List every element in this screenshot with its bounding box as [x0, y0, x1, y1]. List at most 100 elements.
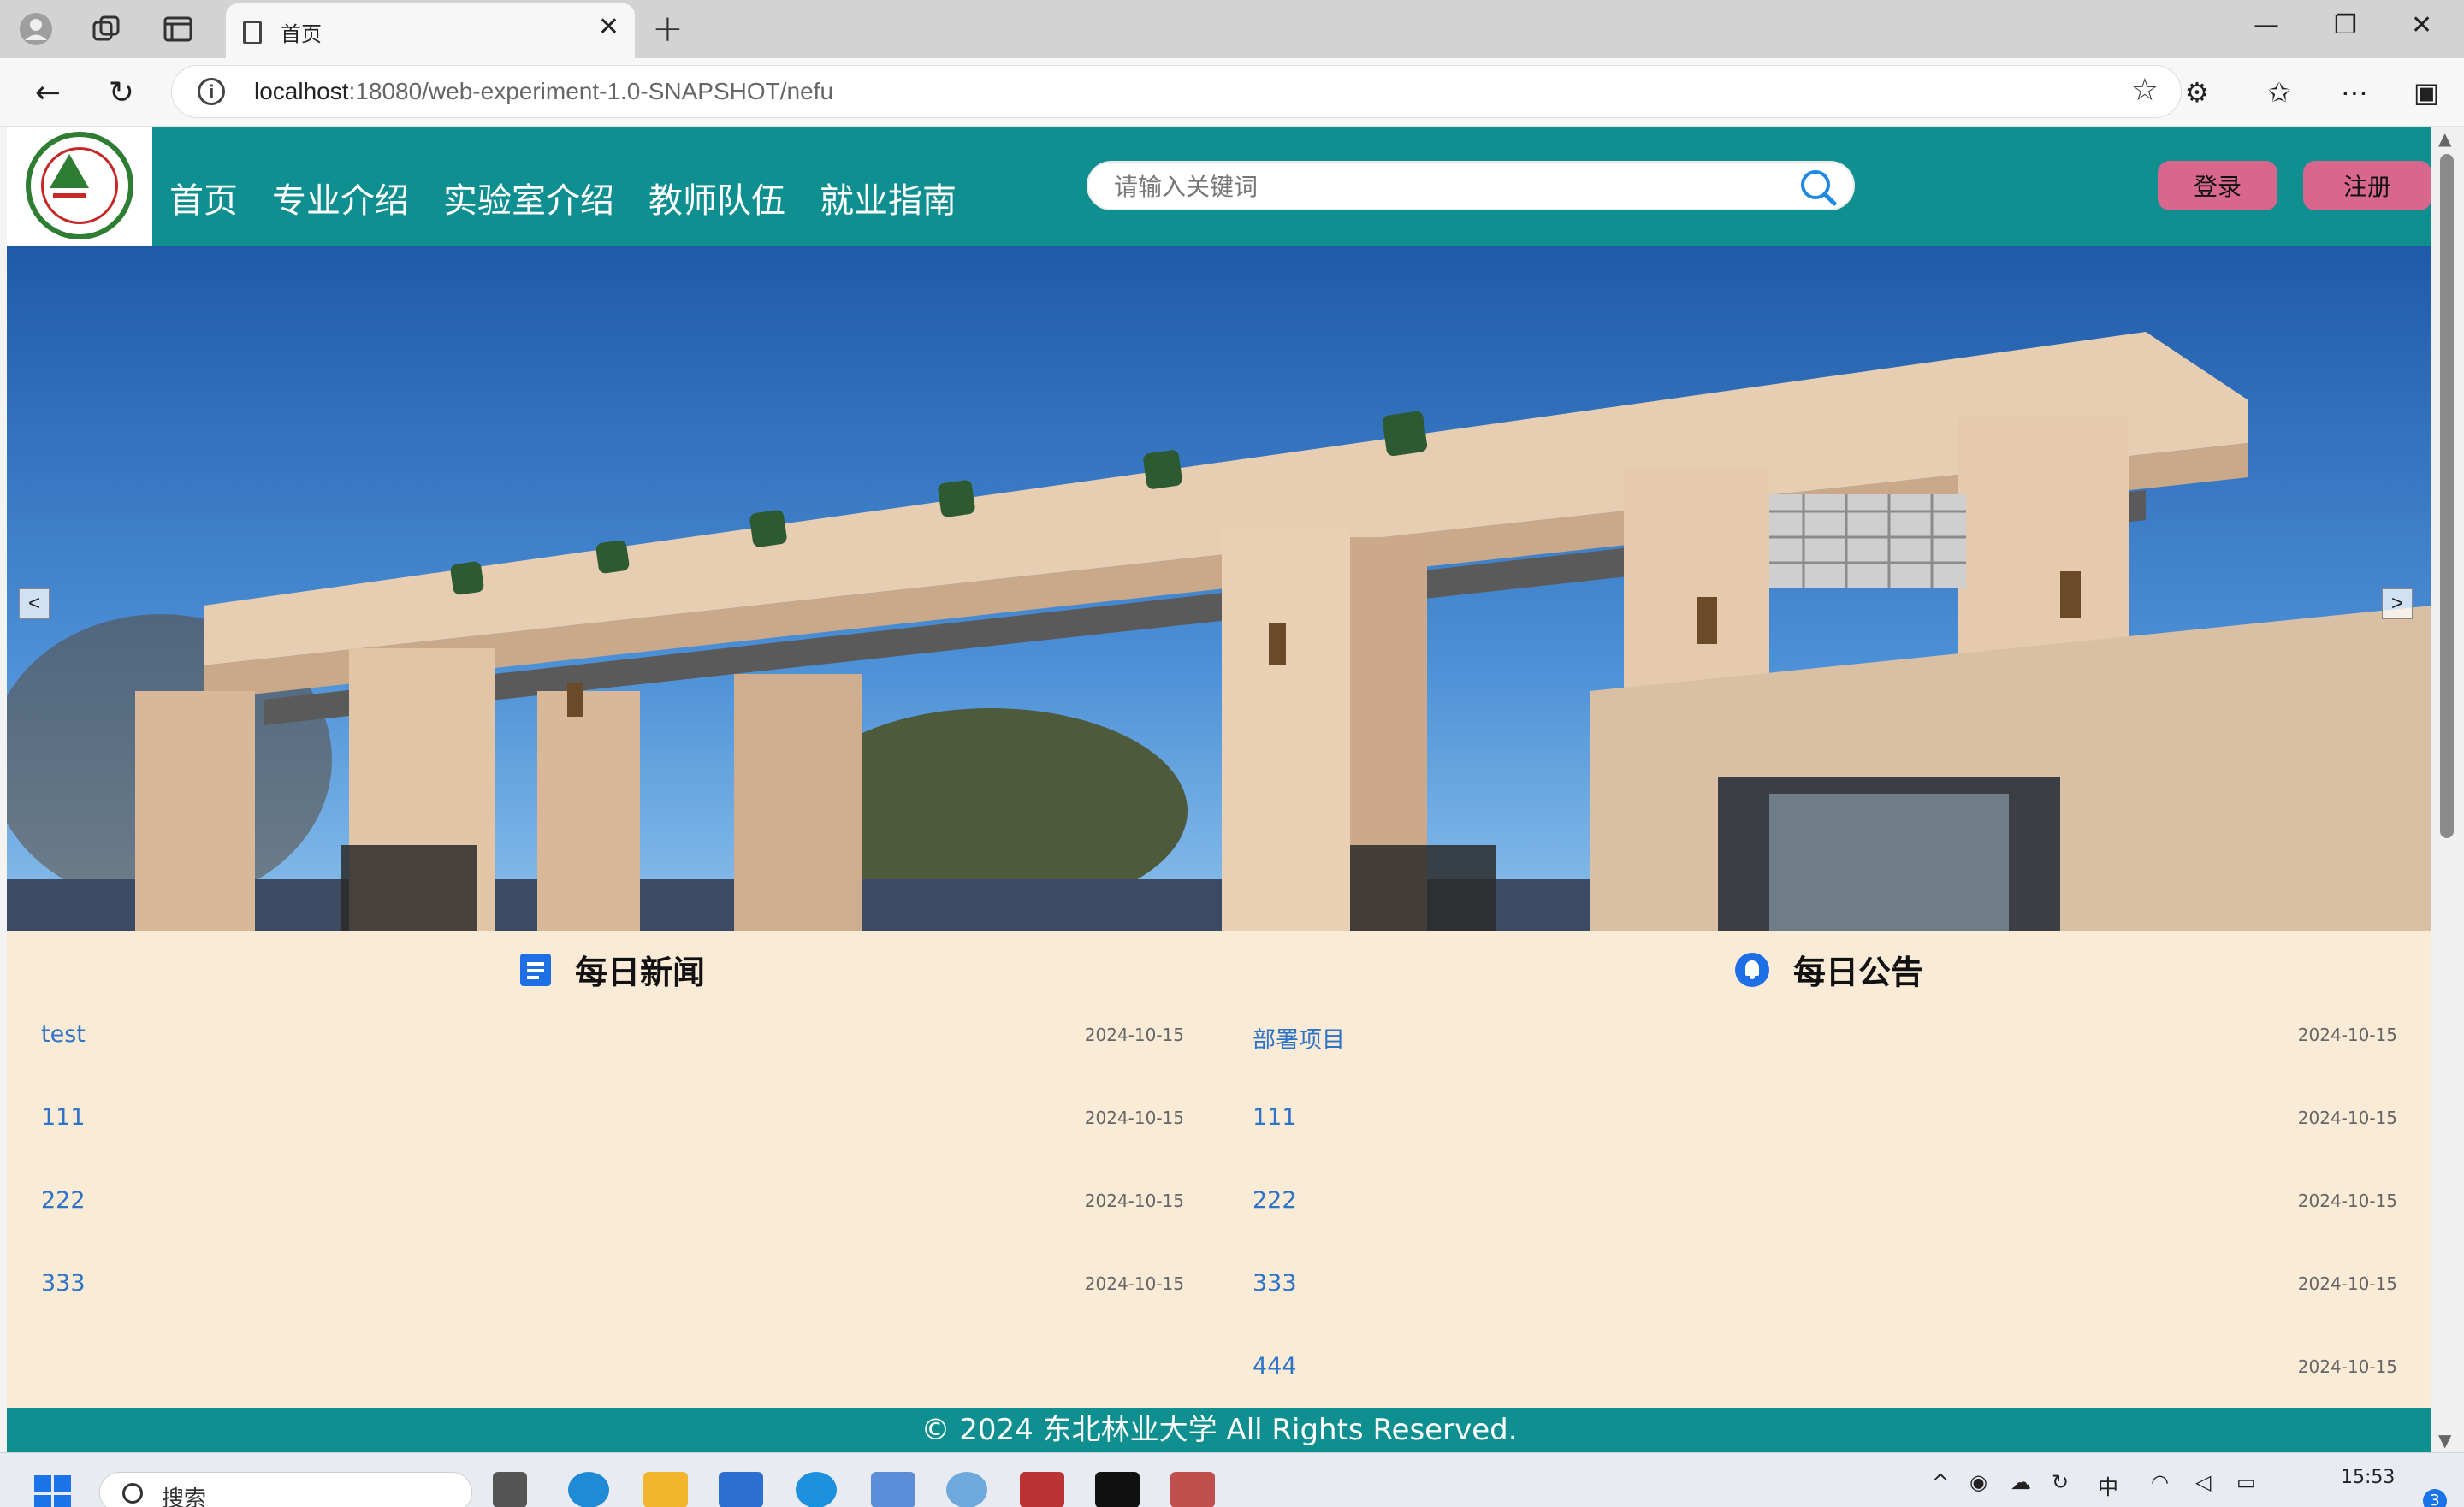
search-box — [1087, 161, 1855, 210]
menu-item-home[interactable]: 首页 — [169, 151, 238, 222]
file-explorer-icon[interactable] — [643, 1472, 688, 1507]
news-date: 2024-10-15 — [1084, 1025, 1184, 1045]
restore-icon[interactable]: ❐ — [2334, 10, 2357, 40]
university-logo — [26, 132, 133, 239]
wifi-icon[interactable]: ◠ — [2151, 1470, 2169, 1494]
url-text: localhost:18080/web-experiment-1.0-SNAPS… — [254, 78, 834, 104]
page-scrollbar[interactable]: ▲ ▼ — [2431, 127, 2464, 1452]
scroll-down-icon[interactable]: ▼ — [2438, 1430, 2451, 1451]
sidebar-icon[interactable]: ▣ — [2408, 74, 2445, 111]
notice-list: 部署项目 2024-10-15 111 2024-10-15 222 2024-… — [1253, 1021, 2397, 1436]
menu-item-major-intro[interactable]: 专业介绍 — [272, 151, 409, 222]
scroll-up-icon[interactable]: ▲ — [2438, 128, 2451, 149]
search-icon[interactable] — [1795, 164, 1839, 209]
menu-item-career-guide[interactable]: 就业指南 — [820, 151, 957, 222]
search-icon — [122, 1483, 143, 1504]
list-item: test 2024-10-15 — [41, 1021, 1184, 1104]
app-icon[interactable] — [1170, 1472, 1215, 1507]
extensions-icon[interactable]: ⚙ — [2178, 74, 2216, 111]
carousel-prev-button[interactable]: < — [19, 588, 50, 619]
tray-cloud-icon[interactable]: ☁ — [2011, 1470, 2031, 1494]
login-button[interactable]: 登录 — [2158, 161, 2277, 210]
vscode-icon[interactable] — [871, 1472, 915, 1507]
notice-date: 2024-10-15 — [2297, 1191, 2397, 1211]
edge-icon[interactable] — [568, 1472, 609, 1507]
notice-link[interactable]: 111 — [1253, 1104, 1297, 1131]
profile-icon[interactable] — [15, 9, 56, 50]
list-item: 111 2024-10-15 — [1253, 1104, 2397, 1187]
close-window-icon[interactable]: ✕ — [2411, 10, 2432, 40]
register-button[interactable]: 注册 — [2303, 161, 2431, 210]
news-link[interactable]: 111 — [41, 1104, 86, 1131]
close-tab-icon[interactable]: ✕ — [598, 12, 619, 42]
search-input[interactable] — [1114, 169, 1781, 204]
image-carousel: < > — [7, 246, 2431, 931]
reload-icon[interactable]: ↻ — [103, 74, 140, 111]
notice-link[interactable]: 444 — [1253, 1353, 1297, 1380]
collections-icon[interactable] — [86, 9, 127, 50]
news-link[interactable]: 222 — [41, 1187, 86, 1214]
daily-notice-panel: 每日公告 部署项目 2024-10-15 111 2024-10-15 222 … — [1218, 931, 2431, 1444]
logo-container[interactable] — [7, 127, 152, 246]
notice-link[interactable]: 333 — [1253, 1270, 1297, 1297]
settings-icon[interactable] — [946, 1472, 987, 1507]
site-header: 首页 专业介绍 实验室介绍 教师队伍 就业指南 登录 注册 — [7, 127, 2431, 246]
main-menu: 首页 专业介绍 实验室介绍 教师队伍 就业指南 — [169, 127, 957, 246]
news-link[interactable]: 333 — [41, 1270, 86, 1297]
news-date: 2024-10-15 — [1084, 1108, 1184, 1128]
notice-date: 2024-10-15 — [2297, 1025, 2397, 1045]
carousel-next-button[interactable]: > — [2382, 588, 2413, 619]
windows-start-icon[interactable] — [34, 1475, 72, 1507]
more-menu-icon[interactable]: ⋯ — [2336, 74, 2373, 111]
daily-news-header: 每日新闻 — [520, 946, 705, 993]
news-date: 2024-10-15 — [1084, 1274, 1184, 1294]
address-bar-row: ← ↻ i localhost:18080/web-experiment-1.0… — [0, 58, 2464, 127]
store-icon[interactable] — [719, 1472, 763, 1507]
menu-item-lab-intro[interactable]: 实验室介绍 — [443, 151, 614, 222]
notification-badge[interactable]: 3 — [2423, 1489, 2447, 1507]
favorite-star-icon[interactable]: ☆ — [2131, 73, 2159, 108]
site-footer: © 2024 东北林业大学 All Rights Reserved. — [7, 1408, 2431, 1452]
ie-icon[interactable] — [796, 1472, 837, 1507]
intellij-icon[interactable] — [1095, 1472, 1140, 1507]
news-date: 2024-10-15 — [1084, 1191, 1184, 1211]
document-icon — [520, 953, 551, 986]
x64-app-icon[interactable] — [1020, 1472, 1064, 1507]
news-link[interactable]: test — [41, 1021, 86, 1048]
list-item: 222 2024-10-15 — [1253, 1187, 2397, 1270]
notice-link[interactable]: 部署项目 — [1253, 1021, 1345, 1055]
list-item: 333 2024-10-15 — [41, 1270, 1184, 1353]
os-taskbar: 搜索 ^ ◉ ☁ ↻ 中 ◠ ◁ ▭ 15:53 3 — [0, 1452, 2464, 1507]
task-view-icon[interactable] — [493, 1472, 527, 1507]
notice-date: 2024-10-15 — [2297, 1356, 2397, 1377]
ime-indicator[interactable]: 中 — [2098, 1470, 2118, 1500]
tab-home[interactable]: 首页 ✕ — [226, 3, 635, 58]
page-icon — [243, 21, 262, 44]
tray-app-icon[interactable]: ◉ — [1969, 1470, 1987, 1494]
daily-news-title: 每日新闻 — [575, 954, 706, 991]
tab-actions-icon[interactable] — [157, 9, 198, 50]
notice-date: 2024-10-15 — [2297, 1274, 2397, 1294]
new-tab-button[interactable]: + — [652, 7, 684, 50]
scrollbar-thumb[interactable] — [2440, 154, 2454, 838]
list-item: 222 2024-10-15 — [41, 1187, 1184, 1270]
bell-icon — [1735, 952, 1769, 987]
volume-icon[interactable]: ◁ — [2195, 1470, 2211, 1494]
tray-overflow-icon[interactable]: ^ — [1932, 1470, 1949, 1494]
clock-time[interactable]: 15:53 — [2341, 1467, 2395, 1488]
url-field[interactable]: i localhost:18080/web-experiment-1.0-SNA… — [171, 65, 2182, 118]
daily-notice-title: 每日公告 — [1793, 954, 1924, 991]
site-info-icon[interactable]: i — [198, 78, 225, 105]
daily-notice-header: 每日公告 — [1735, 946, 1923, 993]
favorites-icon[interactable]: ✩ — [2260, 74, 2298, 111]
back-icon[interactable]: ← — [29, 74, 67, 111]
tab-title: 首页 — [281, 22, 322, 46]
minimize-icon[interactable]: — — [2254, 10, 2279, 40]
taskbar-search[interactable]: 搜索 — [99, 1472, 472, 1507]
tray-sync-icon[interactable]: ↻ — [2052, 1470, 2069, 1494]
news-list: test 2024-10-15 111 2024-10-15 222 2024-… — [41, 1021, 1184, 1353]
notice-link[interactable]: 222 — [1253, 1187, 1297, 1214]
notice-date: 2024-10-15 — [2297, 1108, 2397, 1128]
menu-item-faculty[interactable]: 教师队伍 — [649, 151, 785, 222]
battery-icon[interactable]: ▭ — [2236, 1470, 2256, 1494]
